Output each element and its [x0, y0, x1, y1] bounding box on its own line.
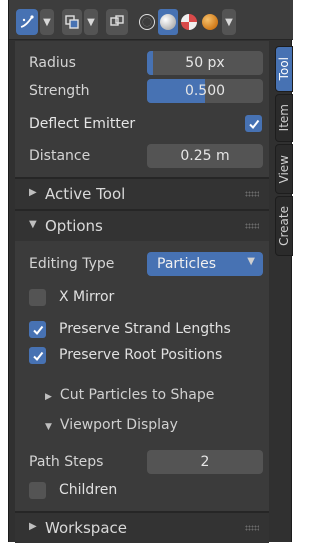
solid-shading-button[interactable] [158, 9, 178, 35]
particle-select-icon [20, 15, 34, 28]
material-icon [181, 14, 197, 30]
path-steps-label: Path Steps [29, 454, 104, 470]
radius-row: Radius 50 px [15, 50, 269, 76]
tab-item[interactable]: Item [275, 94, 293, 142]
preserve-root-positions-row: Preserve Root Positions [15, 343, 269, 369]
path-steps-row: Path Steps 2 [15, 449, 269, 475]
preserve-root-positions-label: Preserve Root Positions [59, 347, 223, 363]
tab-view-label: View [277, 154, 291, 184]
options-header[interactable]: ▼ Options [15, 211, 269, 241]
chevron-down-icon: ▼ [247, 256, 255, 267]
tab-tool-label: Tool [277, 57, 291, 81]
solid-icon [160, 14, 176, 30]
editing-type-value: Particles [157, 256, 217, 272]
x-mirror-checkbox[interactable] [29, 289, 46, 306]
active-tool-header[interactable]: ▶ Active Tool [15, 179, 269, 209]
properties-sidebar: ▼ ▼ ▼ Radius 50 px Strength 0.500 Deflec… [8, 0, 293, 543]
active-tool-title: Active Tool [45, 185, 126, 203]
check-icon [32, 351, 43, 361]
children-row: Children [15, 478, 269, 504]
particle-select-button[interactable] [16, 9, 38, 35]
overlay-toggle[interactable] [62, 9, 82, 35]
expand-arrow-icon: ▶ [29, 187, 37, 198]
gizmo-icon [110, 15, 124, 26]
editing-type-select[interactable]: Particles ▼ [147, 252, 263, 276]
wireframe-shading-button[interactable] [137, 9, 157, 35]
workspace-title: Workspace [45, 519, 127, 537]
tab-item-label: Item [277, 104, 291, 132]
chevron-down-icon: ▼ [87, 16, 95, 28]
overlay-icon [65, 15, 79, 29]
options-title: Options [45, 217, 103, 235]
collapse-arrow-icon: ▼ [45, 422, 52, 432]
tab-view[interactable]: View [275, 144, 293, 194]
x-mirror-label: X Mirror [59, 289, 115, 305]
radius-fill [147, 51, 153, 75]
tab-create[interactable]: Create [275, 196, 293, 256]
shading-dropdown[interactable]: ▼ [222, 9, 236, 35]
strength-row: Strength 0.500 [15, 78, 269, 104]
header-toolbar: ▼ ▼ ▼ [9, 0, 293, 40]
strength-label: Strength [29, 83, 90, 99]
gizmo-toggle[interactable] [106, 9, 128, 35]
distance-row: Distance 0.25 m [15, 143, 269, 169]
children-checkbox[interactable] [29, 482, 46, 499]
tab-tool[interactable]: Tool [275, 46, 293, 92]
collapse-arrow-icon: ▼ [29, 219, 37, 230]
select-mode-dropdown[interactable]: ▼ [40, 9, 54, 35]
cut-particles-header[interactable]: ▶ Cut Particles to Shape [15, 383, 269, 409]
cut-particles-subpanel: ▶ Cut Particles to Shape [45, 387, 214, 403]
screenshot-frame: ▼ ▼ ▼ Radius 50 px Strength 0.500 Deflec… [0, 0, 305, 543]
radius-value: 50 px [185, 55, 225, 71]
tool-settings-panel: Radius 50 px Strength 0.500 Deflect Emit… [15, 41, 269, 543]
wireframe-icon [139, 14, 155, 30]
viewport-display-subpanel: ▼ Viewport Display [45, 417, 178, 433]
path-steps-value: 2 [200, 454, 210, 470]
tab-create-label: Create [277, 206, 291, 246]
distance-field[interactable]: 0.25 m [147, 144, 263, 168]
rendered-icon [202, 14, 218, 30]
x-mirror-row: X Mirror [15, 285, 269, 311]
overlay-dropdown[interactable]: ▼ [84, 9, 98, 35]
strength-value: 0.500 [184, 83, 226, 99]
chevron-down-icon: ▼ [43, 16, 51, 28]
path-steps-field[interactable]: 2 [147, 450, 263, 474]
radius-slider[interactable]: 50 px [147, 51, 263, 75]
drag-grip-icon[interactable] [245, 223, 259, 229]
preserve-root-positions-checkbox[interactable] [29, 347, 46, 364]
viewport-display-header[interactable]: ▼ Viewport Display [15, 413, 269, 439]
expand-arrow-icon: ▶ [45, 392, 52, 402]
cut-particles-title: Cut Particles to Shape [59, 387, 215, 403]
editing-type-row: Editing Type Particles ▼ [15, 251, 269, 277]
editing-type-label: Editing Type [29, 256, 115, 272]
preserve-strand-lengths-checkbox[interactable] [29, 321, 46, 338]
deflect-emitter-checkbox[interactable] [245, 115, 262, 132]
preserve-strand-lengths-row: Preserve Strand Lengths [15, 317, 269, 343]
distance-value: 0.25 m [180, 148, 230, 164]
viewport-display-title: Viewport Display [59, 417, 178, 433]
drag-grip-icon[interactable] [245, 525, 259, 531]
preserve-strand-lengths-label: Preserve Strand Lengths [59, 321, 231, 337]
chevron-down-icon: ▼ [225, 16, 233, 28]
drag-grip-icon[interactable] [245, 191, 259, 197]
expand-arrow-icon: ▶ [29, 521, 37, 532]
deflect-emitter-row: Deflect Emitter [15, 111, 269, 137]
check-icon [32, 325, 43, 335]
workspace-header[interactable]: ▶ Workspace [15, 513, 269, 543]
check-icon [248, 119, 259, 129]
distance-label: Distance [29, 148, 91, 164]
rendered-shading-button[interactable] [200, 9, 220, 35]
deflect-emitter-label: Deflect Emitter [29, 116, 136, 132]
children-label: Children [59, 482, 118, 498]
strength-slider[interactable]: 0.500 [147, 79, 263, 103]
material-shading-button[interactable] [179, 9, 199, 35]
radius-label: Radius [29, 55, 76, 71]
